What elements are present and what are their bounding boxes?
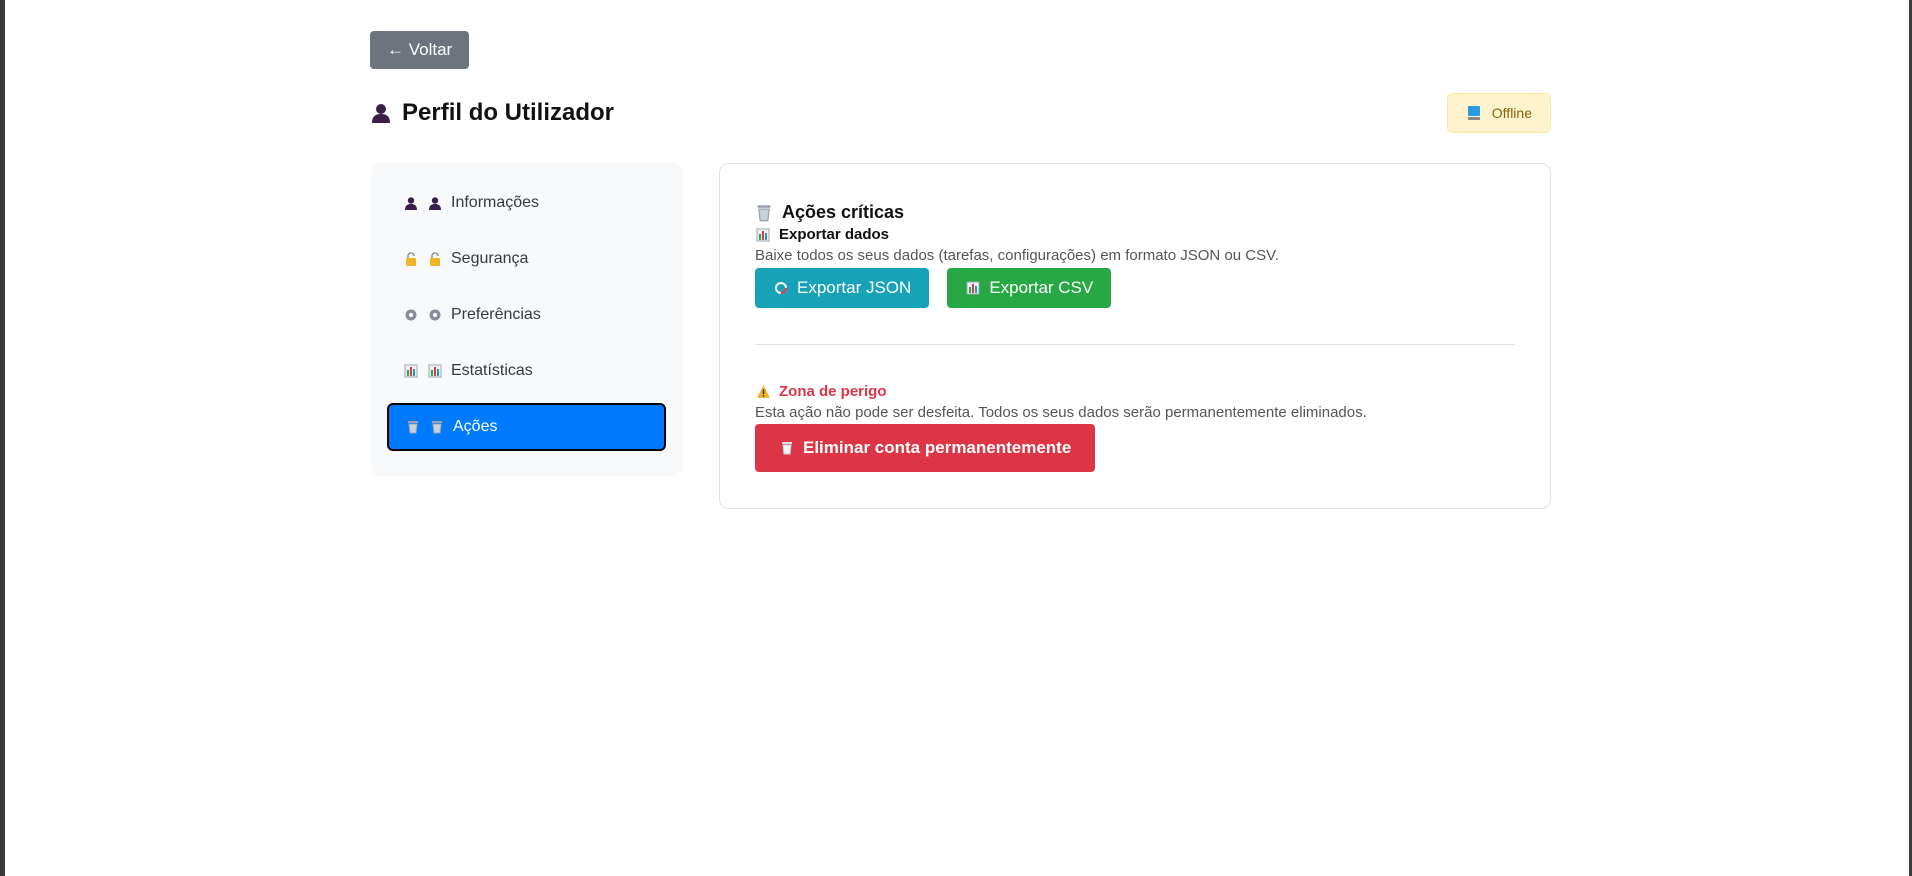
trash-icon xyxy=(755,204,773,222)
export-json-button[interactable]: Exportar JSON xyxy=(755,268,930,308)
section-title-text: Ações críticas xyxy=(782,202,905,222)
window-border-left xyxy=(0,0,5,876)
page-title-text: Perfil do Utilizador xyxy=(402,99,615,126)
computer-icon xyxy=(1466,105,1482,121)
section-title: Ações críticas xyxy=(755,202,1515,223)
sidebar-item-label: Segurança xyxy=(451,250,529,267)
bar-chart-icon xyxy=(755,227,771,243)
sidebar-item-label: Ações xyxy=(453,418,498,435)
delete-account-label: Eliminar conta permanentemente xyxy=(803,438,1072,457)
bar-chart-icon xyxy=(403,363,419,379)
bar-chart-icon xyxy=(965,280,981,296)
refresh-icon xyxy=(773,280,789,296)
lock-icon xyxy=(403,251,419,267)
danger-zone-title: Zona de perigo xyxy=(755,383,1515,400)
page-title: Perfil do Utilizador xyxy=(370,99,614,127)
sidebar-item-label: Informações xyxy=(451,194,540,211)
trash-icon xyxy=(429,419,445,435)
export-description: Baixe todos os seus dados (tarefas, conf… xyxy=(755,247,1279,264)
export-title: Exportar dados xyxy=(755,226,1515,243)
user-icon xyxy=(403,195,419,211)
sidebar-item-label: Preferências xyxy=(451,306,541,323)
gear-icon xyxy=(427,307,443,323)
export-json-label: Exportar JSON xyxy=(797,278,912,297)
danger-zone-title-text: Zona de perigo xyxy=(779,383,887,400)
sidebar-item-informacoes[interactable]: Informações xyxy=(387,179,666,227)
user-icon xyxy=(370,102,392,124)
sidebar-item-seguranca[interactable]: Segurança xyxy=(387,235,666,283)
warning-icon xyxy=(755,384,771,400)
profile-sidebar: Informações Segurança Preferências Estat… xyxy=(370,163,683,476)
back-button[interactable]: ← Voltar xyxy=(370,31,470,69)
sidebar-item-label: Estatísticas xyxy=(451,362,533,379)
profile-layout: Informações Segurança Preferências Estat… xyxy=(370,163,1551,509)
lock-icon xyxy=(427,251,443,267)
export-buttons: Exportar JSON Exportar CSV xyxy=(755,268,1515,308)
status-badge-label: Offline xyxy=(1491,105,1532,121)
export-csv-button[interactable]: Exportar CSV xyxy=(947,268,1112,308)
section-divider xyxy=(755,344,1515,345)
export-title-text: Exportar dados xyxy=(779,226,890,243)
bar-chart-icon xyxy=(427,363,443,379)
delete-account-button[interactable]: Eliminar conta permanentemente xyxy=(755,424,1096,472)
trash-icon xyxy=(779,440,795,456)
export-csv-label: Exportar CSV xyxy=(989,278,1094,297)
actions-panel: Ações críticas Exportar dados Baixe todo… xyxy=(719,163,1551,509)
gear-icon xyxy=(403,307,419,323)
sidebar-item-preferencias[interactable]: Preferências xyxy=(387,291,666,339)
danger-description: Esta ação não pode ser desfeita. Todos o… xyxy=(755,404,1367,421)
status-badge: Offline xyxy=(1446,93,1551,133)
page-header: Perfil do Utilizador Offline xyxy=(370,93,1551,133)
sidebar-item-acoes[interactable]: Ações xyxy=(387,403,666,451)
trash-icon xyxy=(405,419,421,435)
profile-page: ← Voltar Perfil do Utilizador Offline In… xyxy=(370,31,1551,509)
user-icon xyxy=(427,195,443,211)
sidebar-item-estatisticas[interactable]: Estatísticas xyxy=(387,347,666,395)
